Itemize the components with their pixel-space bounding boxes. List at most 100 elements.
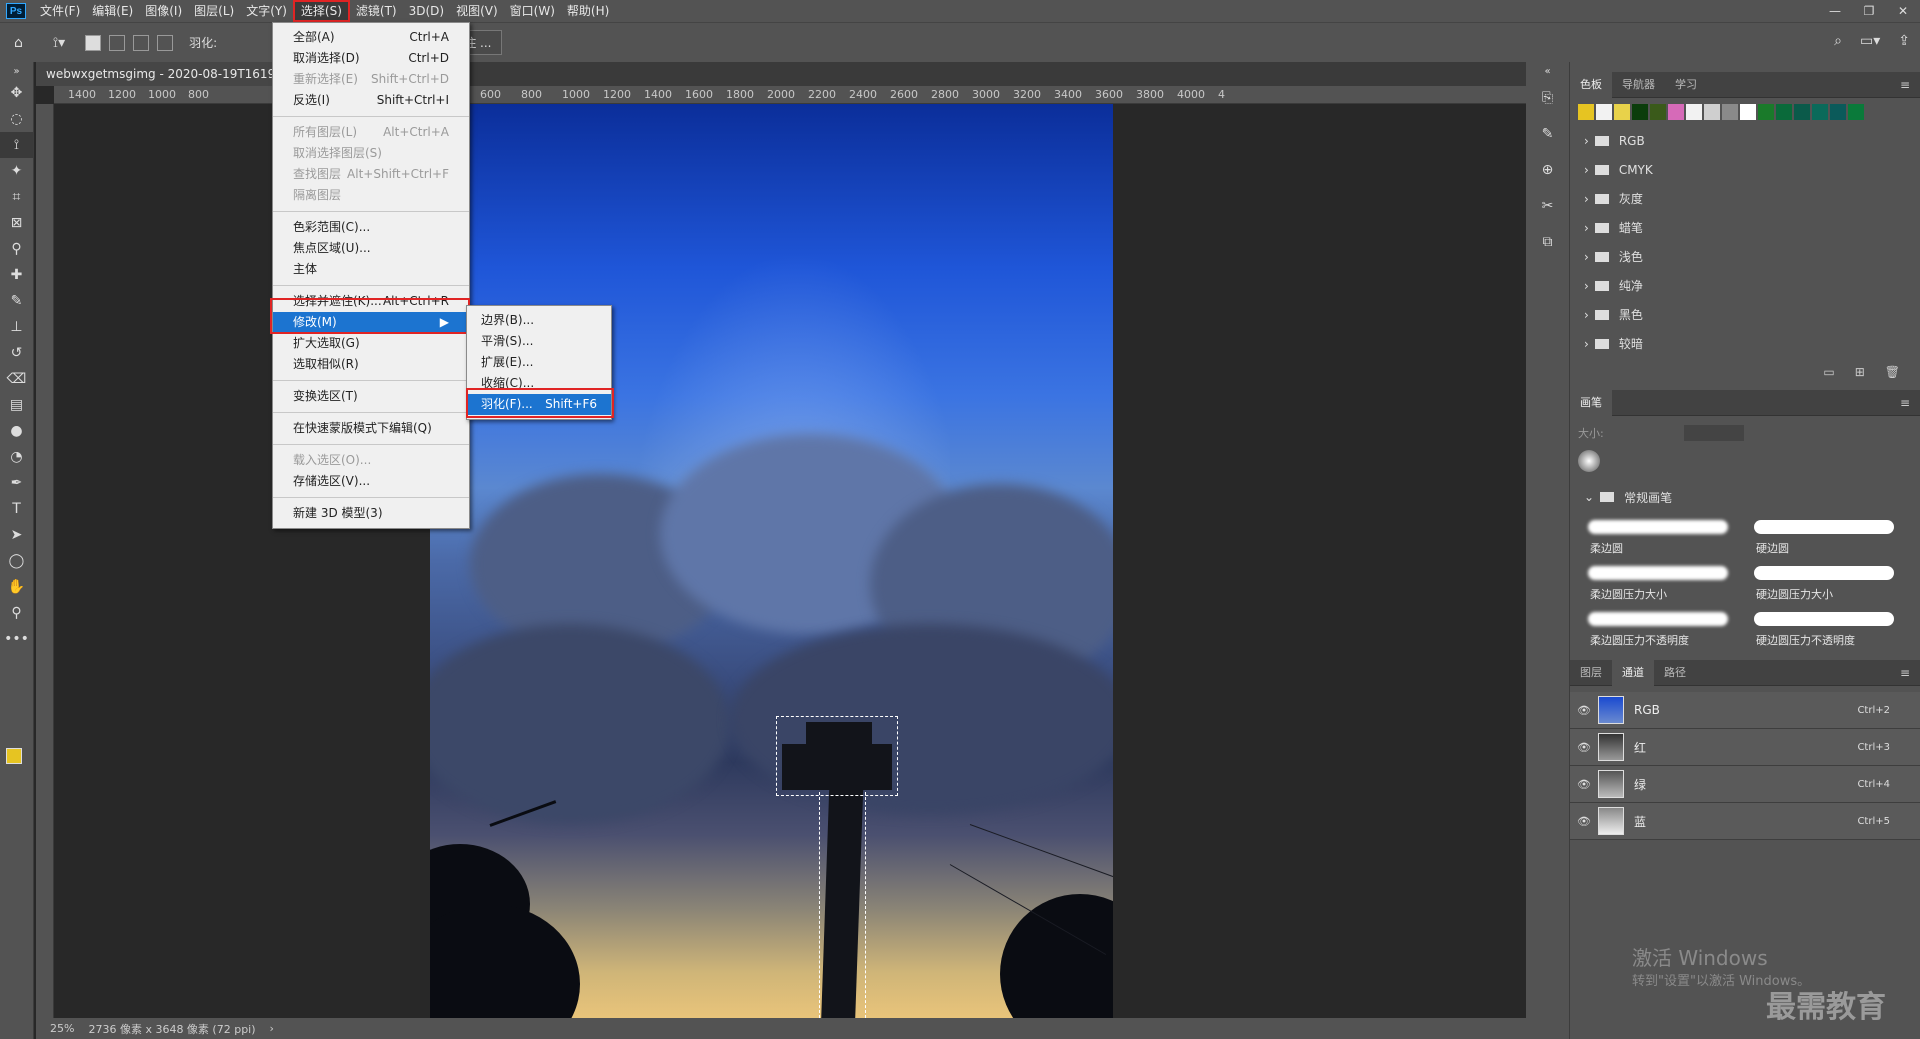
channel-row[interactable]: 👁 红 Ctrl+3 [1570,729,1920,766]
gradient-tool-icon[interactable]: ▤ [0,392,33,418]
add-selection-icon[interactable] [109,34,126,51]
select-menu-item[interactable]: 焦点区域(U)... [273,238,469,259]
tab-navigator[interactable]: 导航器 [1612,72,1665,98]
menu-1[interactable]: 编辑(E) [86,0,139,22]
tool-presets-icon[interactable]: ✂ [1526,188,1569,224]
more-tools-icon[interactable]: ••• [0,626,33,652]
select-menu-item[interactable]: 取消选择(D) Ctrl+D [273,48,469,69]
select-menu-item[interactable]: 变换选区(T) [273,386,469,407]
select-menu-item[interactable]: 主体 [273,259,469,280]
stamp-tool-icon[interactable]: ⊥ [0,314,33,340]
swatch-folder[interactable]: › CMYK [1570,155,1920,184]
frame-tool-icon[interactable]: ⊠ [0,210,33,236]
select-menu-item[interactable]: 色彩范围(C)... [273,217,469,238]
intersect-selection-icon[interactable] [157,34,174,51]
tab-brushes[interactable]: 画笔 [1570,389,1612,416]
eraser-icon[interactable]: ⌫ [0,366,33,392]
collapse-icon[interactable]: » [0,62,33,80]
move-tool-icon[interactable]: ✥ [0,80,33,106]
channel-row[interactable]: 👁 蓝 Ctrl+5 [1570,803,1920,840]
restore-icon[interactable]: ❐ [1852,0,1886,22]
color-swatch[interactable] [1740,104,1756,120]
color-swatch[interactable] [1704,104,1720,120]
zoom-level[interactable]: 25% [50,1022,74,1035]
magic-wand-icon[interactable]: ✦ [0,158,33,184]
swatch-folder[interactable]: › 浅色 [1570,242,1920,271]
select-menu-item[interactable]: 全部(A) Ctrl+A [273,27,469,48]
menu-5[interactable]: 选择(S) [292,0,350,22]
swatch-folder[interactable]: › 蜡笔 [1570,213,1920,242]
visibility-eye-icon[interactable]: 👁 [1570,741,1598,754]
select-menu-item[interactable]: 选取相似(R) [273,354,469,375]
menu-3[interactable]: 图层(L) [188,0,240,22]
search-icon[interactable]: ⌕ [1834,33,1842,49]
dodge-tool-icon[interactable]: ◔ [0,444,33,470]
pen-tool-icon[interactable]: ✒ [0,470,33,496]
visibility-eye-icon[interactable]: 👁 [1570,815,1598,828]
swatch-folder[interactable]: › RGB [1570,126,1920,155]
delete-icon[interactable]: 🗑 [1885,365,1900,379]
subtract-selection-icon[interactable] [133,34,150,51]
color-swatch[interactable] [1794,104,1810,120]
history-brush-icon[interactable]: ↺ [0,340,33,366]
brush-preset[interactable]: 柔边圆 [1584,516,1740,556]
brush-preset[interactable]: 柔边圆压力不透明度 [1584,608,1740,648]
select-menu-item[interactable]: 在快速蒙版模式下编辑(Q) [273,418,469,439]
select-menu-item[interactable]: 扩大选取(G) [273,333,469,354]
chevron-right-icon[interactable]: › [270,1022,274,1035]
foreground-color-swatch[interactable] [6,748,22,764]
menu-9[interactable]: 窗口(W) [504,0,561,22]
hand-tool-icon[interactable]: ✋ [0,574,33,600]
menu-4[interactable]: 文字(Y) [240,0,293,22]
zoom-tool-icon[interactable]: ⚲ [0,600,33,626]
color-swatch[interactable] [1668,104,1684,120]
lasso-tool-preset-icon[interactable]: ⟟▾ [53,35,65,51]
healing-brush-icon[interactable]: ✚ [0,262,33,288]
select-menu-item[interactable]: 新建 3D 模型(3) [273,503,469,524]
marquee-tool-icon[interactable]: ◌ [0,106,33,132]
color-swatch[interactable] [1650,104,1666,120]
workspace-icon[interactable]: ▭▾ [1860,33,1880,49]
brush-settings-icon[interactable]: ✎ [1526,116,1569,152]
swatch-folder[interactable]: › 灰度 [1570,184,1920,213]
channel-row[interactable]: 👁 绿 Ctrl+4 [1570,766,1920,803]
menu-8[interactable]: 视图(V) [450,0,504,22]
type-tool-icon[interactable]: T [0,496,33,522]
color-swatch[interactable] [1830,104,1846,120]
brush-group[interactable]: ⌄ 常规画笔 [1570,484,1920,510]
brush-preset[interactable]: 硬边圆压力不透明度 [1750,608,1906,648]
modify-menu-item[interactable]: 平滑(S)... [467,331,611,352]
menu-0[interactable]: 文件(F) [34,0,86,22]
visibility-eye-icon[interactable]: 👁 [1570,778,1598,791]
color-swatch[interactable] [1614,104,1630,120]
panel-menu-icon[interactable]: ≡ [1900,666,1910,680]
color-swatch[interactable] [1578,104,1594,120]
brush-preset[interactable]: 柔边圆压力大小 [1584,562,1740,602]
blur-tool-icon[interactable]: ● [0,418,33,444]
color-swatch[interactable] [1632,104,1648,120]
lasso-tool-icon[interactable]: ⟟ [0,132,33,158]
minimize-icon[interactable]: — [1818,0,1852,22]
document-tab[interactable]: webwxgetmsgimg - 2020-08-19T161923.1 [36,62,276,86]
color-swatch[interactable] [1812,104,1828,120]
close-icon[interactable]: ✕ [1886,0,1920,22]
select-menu-item[interactable]: 存储选区(V)... [273,471,469,492]
color-swatch[interactable] [1776,104,1792,120]
brush-preset[interactable]: 硬边圆 [1750,516,1906,556]
color-swatch[interactable] [1848,104,1864,120]
select-menu-item[interactable]: 反选(I) Shift+Ctrl+I [273,90,469,111]
panel-menu-icon[interactable]: ≡ [1900,396,1910,410]
document-image[interactable] [430,104,1113,1018]
share-icon[interactable]: ⇪ [1898,33,1910,49]
color-swatch[interactable] [1686,104,1702,120]
history-icon[interactable]: ⎘ [1526,80,1569,116]
new-group-icon[interactable]: ▭ [1823,365,1834,379]
tab-channels[interactable]: 通道 [1612,659,1654,686]
swatch-folder[interactable]: › 纯净 [1570,271,1920,300]
path-select-icon[interactable]: ➤ [0,522,33,548]
menu-7[interactable]: 3D(D) [403,0,450,22]
modify-menu-item[interactable]: 扩展(E)... [467,352,611,373]
brush-preset[interactable]: 硬边圆压力大小 [1750,562,1906,602]
tab-paths[interactable]: 路径 [1654,660,1696,686]
properties-icon[interactable]: ⧉ [1526,224,1569,260]
